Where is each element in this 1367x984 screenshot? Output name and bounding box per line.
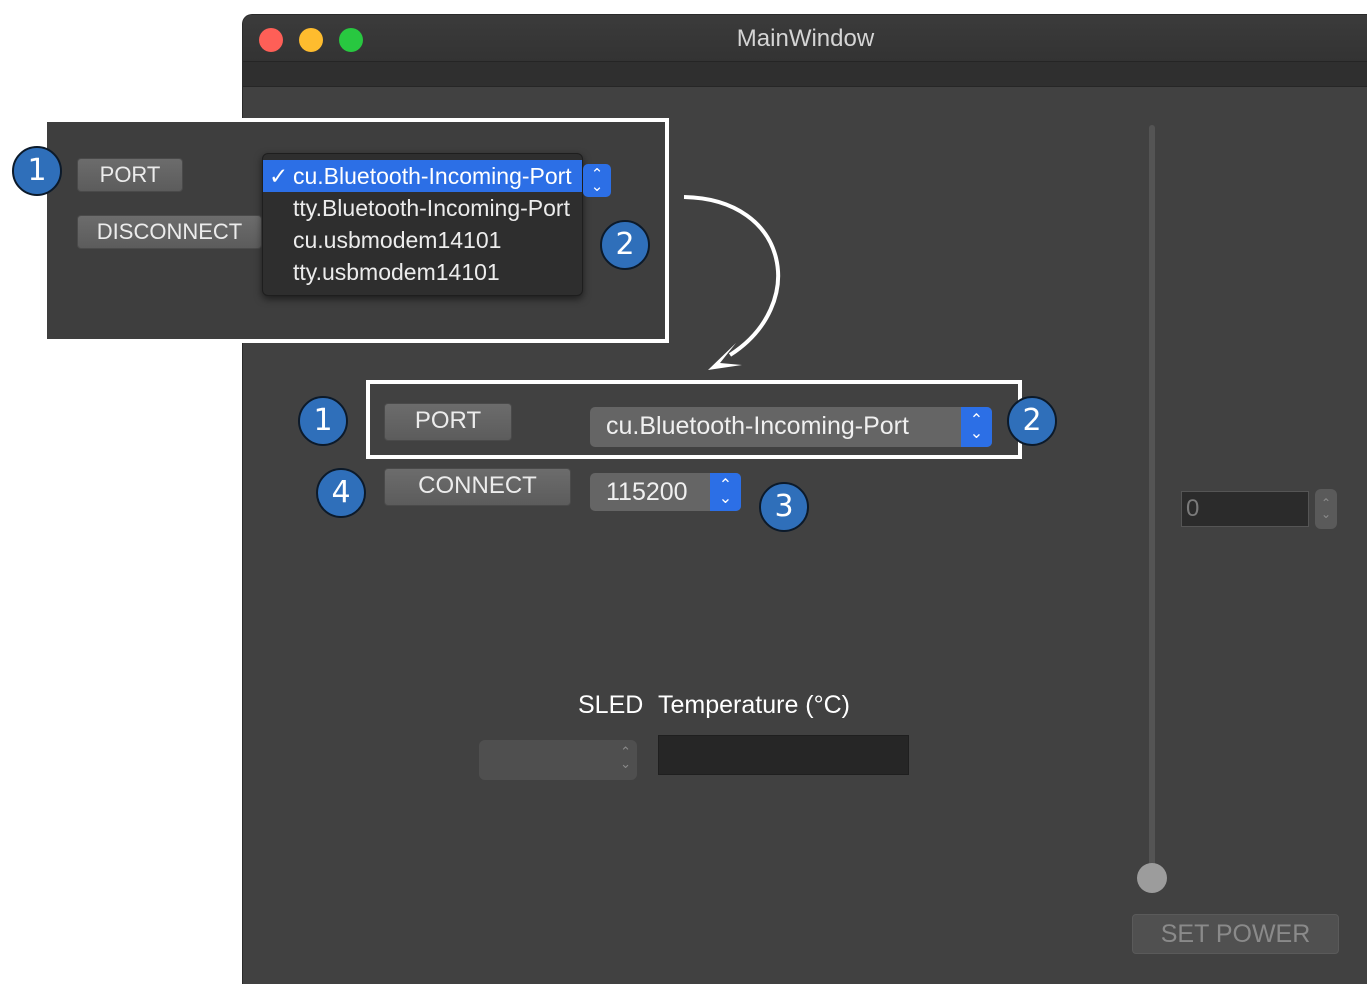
baud-rate-select[interactable]: 115200 ⌃ ⌄ <box>590 473 741 511</box>
power-value-field[interactable]: 0 <box>1181 491 1309 527</box>
port-row-highlight <box>366 380 1022 459</box>
port-dropdown-menu: ✓ cu.Bluetooth-Incoming-Port tty.Bluetoot… <box>262 153 583 296</box>
inset-port-button[interactable]: PORT <box>77 158 183 192</box>
callout-badge-inset-port: 1 <box>12 146 62 196</box>
title-bar: MainWindow <box>243 15 1367 62</box>
dropdown-option[interactable]: tty.usbmodem14101 <box>263 256 582 288</box>
menu-strip <box>243 62 1367 87</box>
chevron-updown-icon: ⌃ ⌄ <box>620 744 631 771</box>
dropdown-inset: PORT DISCONNECT ✓ cu.Bluetooth-Incoming-P… <box>43 118 669 343</box>
temperature-label: Temperature (°C) <box>658 691 850 719</box>
checkmark-icon: ✓ <box>269 163 289 189</box>
curved-arrow-icon <box>683 195 780 370</box>
callout-badge-port: 1 <box>298 396 348 446</box>
temperature-field <box>658 735 909 775</box>
callout-badge-port-select: 2 <box>1007 396 1057 446</box>
power-slider-track[interactable] <box>1149 125 1155 877</box>
callout-badge-baud: 3 <box>759 482 809 532</box>
set-power-button[interactable]: SET POWER <box>1132 914 1339 954</box>
dropdown-option[interactable]: tty.Bluetooth-Incoming-Port <box>263 192 582 224</box>
inset-disconnect-button[interactable]: DISCONNECT <box>77 215 262 249</box>
chevron-updown-icon: ⌃ ⌄ <box>583 164 611 197</box>
power-slider-handle[interactable] <box>1137 863 1167 893</box>
dropdown-option[interactable]: cu.usbmodem14101 <box>263 224 582 256</box>
chevron-updown-icon: ⌃ ⌄ <box>710 473 741 511</box>
callout-badge-connect: 4 <box>316 468 366 518</box>
sled-select[interactable]: ⌃ ⌄ <box>479 740 637 780</box>
callout-badge-inset-dropdown: 2 <box>600 220 650 270</box>
dropdown-option[interactable]: ✓ cu.Bluetooth-Incoming-Port <box>263 160 582 192</box>
baud-rate-value: 115200 <box>606 478 688 506</box>
sled-label: SLED <box>578 691 644 719</box>
connect-button[interactable]: CONNECT <box>384 468 571 506</box>
window-title: MainWindow <box>736 25 875 52</box>
power-stepper[interactable]: ⌃ ⌄ <box>1315 489 1337 529</box>
